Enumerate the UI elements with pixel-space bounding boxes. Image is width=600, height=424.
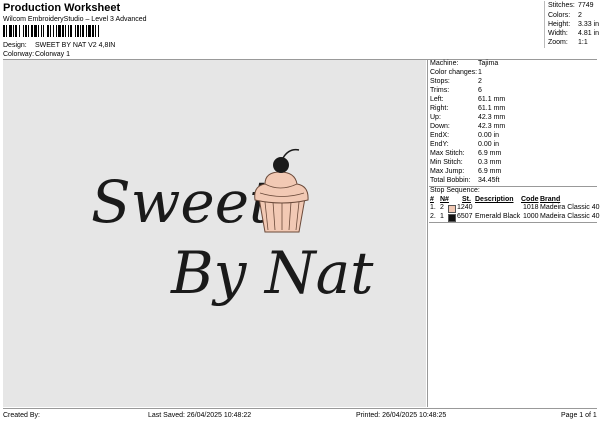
- barcode-bar: [80, 25, 81, 37]
- detail-row: Color changes:1: [430, 69, 482, 76]
- detail-row: Right: 61.1 mm: [430, 105, 506, 112]
- stat-row-height: Height: 3.33 in: [548, 21, 600, 28]
- detail-row: Max Jump: 6.9 mm: [430, 168, 502, 175]
- stop-sequence-title: Stop Sequence:: [430, 187, 480, 194]
- stat-row-colors: Colors: 2: [548, 12, 582, 19]
- barcode-bar: [43, 25, 44, 37]
- stats-box: Stitches: 7749 Colors: 2 Height: 3.33 in Wi…: [544, 1, 599, 48]
- barcode-bar: [58, 25, 61, 37]
- design-label: Design:: [3, 42, 27, 49]
- barcode-bar: [15, 25, 17, 37]
- barcode-bar: [65, 25, 66, 37]
- barcode-bar: [23, 25, 24, 37]
- column-header-n: N#: [440, 196, 449, 203]
- detail-row: Min Stitch: 0.3 mm: [430, 159, 502, 166]
- barcode-bar: [62, 25, 64, 37]
- detail-row: Stops: 2: [430, 78, 482, 85]
- barcode-bar: [56, 25, 57, 37]
- embroidery-design: Sweets By Nat: [91, 148, 374, 307]
- column-header-index: #: [430, 196, 434, 203]
- detail-row: Left: 61.1 mm: [430, 96, 506, 103]
- barcode-bar: [70, 25, 72, 37]
- detail-row: Machine: Tajima: [430, 60, 499, 67]
- colorway-value: Colorway 1: [34, 51, 70, 58]
- barcode-bar: [92, 25, 94, 37]
- barcode-bar: [88, 25, 91, 37]
- barcode-bar: [31, 25, 33, 37]
- design-preview: Sweets By Nat: [3, 60, 426, 407]
- footer-page: Page 1 of 1: [561, 412, 597, 419]
- barcode-bar: [77, 25, 79, 37]
- column-header-brand: Brand: [540, 196, 561, 203]
- barcode-bar: [34, 25, 37, 37]
- column-header-st: St.: [462, 196, 471, 203]
- detail-row: Max Stitch: 6.9 mm: [430, 150, 502, 157]
- page-title: Production Worksheet: [3, 2, 121, 14]
- barcode-bar: [25, 25, 27, 37]
- barcode-bar: [19, 25, 20, 37]
- barcode-bar: [38, 25, 39, 37]
- design-line: Design: SWEET BY NAT V2 4,8IN: [3, 42, 115, 49]
- detail-row: Trims: 6: [430, 87, 482, 94]
- design-text-by-nat: By Nat: [170, 239, 374, 307]
- table-bottom-rule: [429, 222, 597, 223]
- stat-row-width: Width: 4.81 in: [548, 30, 600, 37]
- barcode-bar: [13, 25, 14, 37]
- barcode: [3, 25, 99, 37]
- thread-color-swatch: [448, 214, 456, 222]
- barcode-bar: [6, 25, 7, 37]
- footer-last-saved: Last Saved: 26/04/2025 10:48:22: [148, 412, 252, 419]
- barcode-bar: [75, 25, 76, 37]
- barcode-bar: [82, 25, 84, 37]
- barcode-bar: [9, 25, 12, 37]
- design-value: SWEET BY NAT V2 4,8IN: [34, 42, 116, 49]
- software-subtitle: Wilcom EmbroideryStudio – Level 3 Advanc…: [3, 16, 147, 23]
- info-panel: Machine: Tajima Color changes:1 Stops: 2 T…: [427, 60, 600, 407]
- detail-row: EndX: 0.00 in: [430, 132, 500, 139]
- column-header-code: Code: [521, 196, 539, 203]
- barcode-bar: [3, 25, 5, 37]
- detail-row: Total Bobbin: 34.45ft: [430, 177, 500, 184]
- stat-row-stitches: Stitches: 7749: [548, 2, 594, 9]
- detail-row: EndY: 0.00 in: [430, 141, 500, 148]
- footer-printed: Printed: 26/04/2025 10:48:25: [356, 412, 447, 419]
- barcode-bar: [50, 25, 51, 37]
- footer-created-by: Created By:: [3, 412, 40, 419]
- colorway-line: Colorway: Colorway 1: [3, 51, 70, 58]
- stat-row-zoom: Zoom: 1:1: [548, 39, 588, 46]
- barcode-bar: [41, 25, 42, 37]
- detail-row: Down: 42.3 mm: [430, 123, 506, 130]
- barcode-bar: [86, 25, 87, 37]
- detail-row: Up: 42.3 mm: [430, 114, 506, 121]
- thread-color-swatch: [448, 205, 456, 213]
- column-header-description: Description: [475, 196, 514, 203]
- footer-divider: [3, 408, 597, 409]
- barcode-bar: [28, 25, 29, 37]
- barcode-bar: [98, 25, 99, 37]
- barcode-bar: [95, 25, 96, 37]
- barcode-bar: [47, 25, 49, 37]
- barcode-bar: [68, 25, 69, 37]
- cupcake-icon: [254, 148, 309, 233]
- colorway-label: Colorway:: [3, 51, 35, 58]
- barcode-bar: [53, 25, 54, 37]
